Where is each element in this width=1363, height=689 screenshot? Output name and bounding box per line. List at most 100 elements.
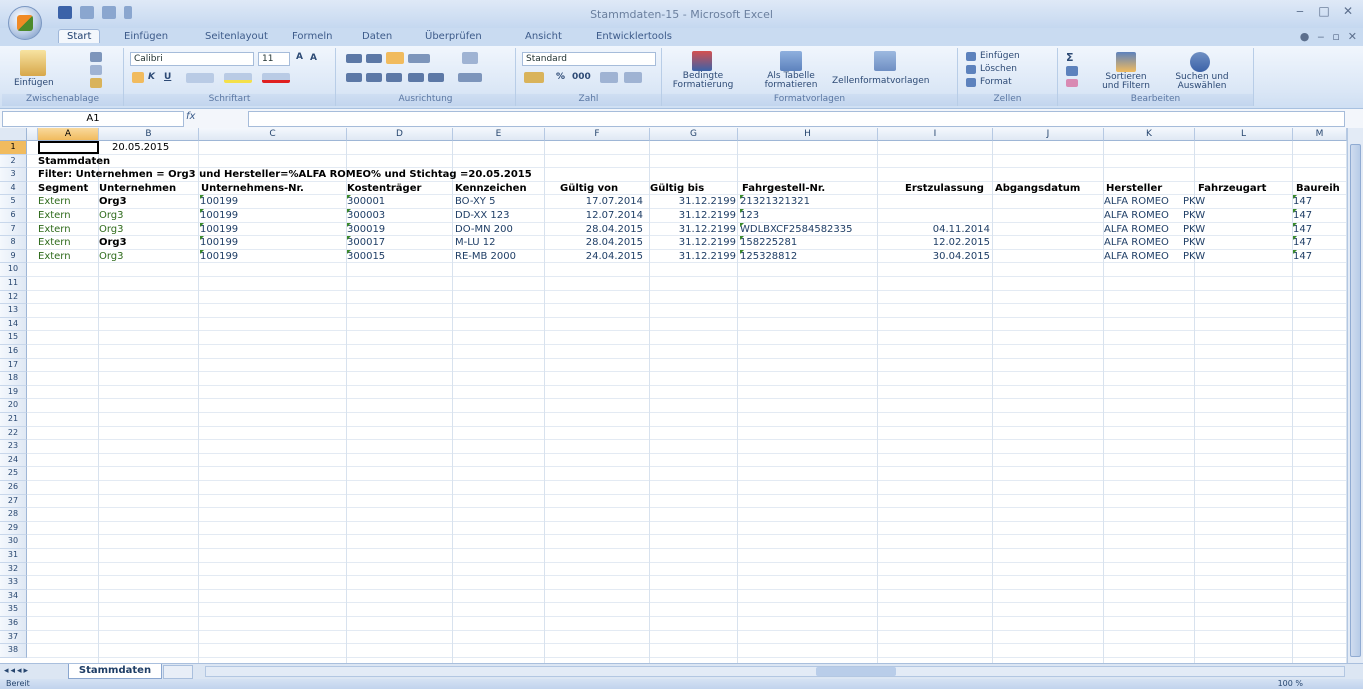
- minimize-icon[interactable]: ‒: [1291, 4, 1309, 18]
- row-header[interactable]: 38: [0, 644, 27, 658]
- row-header[interactable]: 15: [0, 331, 27, 345]
- column-title[interactable]: Unternehmens-Nr.: [201, 182, 349, 195]
- format-as-table-icon[interactable]: [780, 51, 802, 71]
- row-header[interactable]: 1: [0, 141, 27, 155]
- align-middle-icon[interactable]: [366, 54, 382, 63]
- row-header[interactable]: 26: [0, 481, 27, 495]
- copy-icon[interactable]: [90, 65, 102, 75]
- row-header[interactable]: 17: [0, 358, 27, 373]
- row-header[interactable]: 2: [0, 154, 27, 169]
- cell-type[interactable]: PKW: [1183, 223, 1243, 236]
- find-select-button[interactable]: Suchen und Auswählen: [1170, 73, 1234, 91]
- row-header[interactable]: 21: [0, 413, 27, 427]
- office-button[interactable]: [8, 6, 42, 40]
- horizontal-scrollbar[interactable]: [205, 666, 1345, 677]
- paste-button[interactable]: Einfügen: [14, 78, 54, 88]
- column-header[interactable]: L: [1195, 128, 1293, 141]
- cell-to[interactable]: 31.12.2199: [650, 195, 736, 208]
- cell-segment[interactable]: Extern: [38, 223, 98, 236]
- row-header[interactable]: 18: [0, 372, 27, 386]
- cell-maker[interactable]: ALFA ROMEO: [1104, 236, 1194, 249]
- thousands-icon[interactable]: 000: [572, 72, 591, 82]
- orientation-icon[interactable]: [408, 54, 430, 63]
- cell-segment[interactable]: Extern: [38, 236, 98, 249]
- cell-from[interactable]: 28.04.2015: [545, 223, 643, 236]
- font-color-icon[interactable]: [262, 73, 290, 83]
- cell-styles-button[interactable]: Zellenformatvorlagen: [832, 76, 929, 86]
- cell-type[interactable]: PKW: [1183, 250, 1243, 263]
- cell-company[interactable]: Org3: [99, 209, 197, 222]
- font-size-select[interactable]: 11: [258, 52, 290, 66]
- increase-indent-icon[interactable]: [428, 73, 444, 82]
- shrink-font-icon[interactable]: A: [310, 53, 317, 63]
- row-header[interactable]: 20: [0, 399, 27, 413]
- cell-series[interactable]: 147: [1293, 195, 1343, 208]
- currency-icon[interactable]: [524, 72, 544, 83]
- cell-to[interactable]: 31.12.2199: [650, 236, 736, 249]
- row-header[interactable]: 3: [0, 168, 27, 182]
- row-header[interactable]: 23: [0, 440, 27, 454]
- cell-cost[interactable]: 300017: [347, 236, 451, 249]
- row-header[interactable]: 28: [0, 508, 27, 522]
- insert-cells-button[interactable]: Einfügen: [980, 51, 1020, 61]
- cell-type[interactable]: PKW: [1183, 195, 1243, 208]
- align-top-icon[interactable]: [346, 54, 362, 63]
- cell-plate[interactable]: DO-MN 200: [455, 223, 543, 236]
- cell-first_reg[interactable]: 04.11.2014: [878, 223, 990, 236]
- cell-vin[interactable]: 125328812: [740, 249, 876, 263]
- cut-icon[interactable]: [90, 52, 102, 62]
- tab-entwicklertools[interactable]: Entwicklertools: [596, 31, 672, 42]
- format-cells-icon[interactable]: [966, 78, 976, 87]
- cell-styles-icon[interactable]: [874, 51, 896, 71]
- row-header[interactable]: 35: [0, 603, 27, 617]
- cell-cost[interactable]: 300003: [347, 209, 451, 222]
- row-header[interactable]: 7: [0, 222, 27, 237]
- cell-segment[interactable]: Extern: [38, 250, 98, 263]
- column-header[interactable]: G: [650, 128, 738, 141]
- column-title[interactable]: Fahrgestell-Nr.: [742, 182, 882, 195]
- worksheet-grid[interactable]: ABCDEFGHIJKLM 1 2 3 4 5 6 7 8 9 10 11 12 13 14 15 16 17 1…: [0, 128, 1347, 663]
- row-header[interactable]: 37: [0, 630, 27, 645]
- column-header[interactable]: F: [545, 128, 650, 141]
- tab-ansicht[interactable]: Ansicht: [525, 31, 562, 42]
- cell-plate[interactable]: DD-XX 123: [455, 209, 543, 222]
- doc-restore-icon[interactable]: ▫: [1332, 30, 1339, 43]
- close-icon[interactable]: ✕: [1339, 4, 1357, 18]
- fill-color-icon[interactable]: [224, 73, 252, 83]
- cell-series[interactable]: 147: [1293, 236, 1343, 249]
- row-header[interactable]: 31: [0, 549, 27, 563]
- decrease-decimal-icon[interactable]: [624, 72, 642, 83]
- conditional-formatting-button[interactable]: Bedingte Formatierung: [668, 72, 738, 90]
- column-header[interactable]: J: [993, 128, 1104, 141]
- decrease-indent-icon[interactable]: [408, 73, 424, 82]
- column-header[interactable]: A: [38, 128, 99, 141]
- cell-from[interactable]: 17.07.2014: [545, 195, 643, 208]
- row-header[interactable]: 5: [0, 195, 27, 209]
- vertical-scrollbar[interactable]: [1347, 128, 1363, 663]
- cell-to[interactable]: 31.12.2199: [650, 223, 736, 236]
- cell-maker[interactable]: ALFA ROMEO: [1104, 209, 1194, 222]
- wrap-text-icon[interactable]: [462, 52, 478, 64]
- row-header[interactable]: 32: [0, 562, 27, 577]
- tab-daten[interactable]: Daten: [362, 31, 392, 42]
- italic-icon[interactable]: K: [148, 72, 155, 82]
- cell-cost[interactable]: 300015: [347, 249, 451, 263]
- zoom-level[interactable]: 100 %: [1278, 679, 1303, 688]
- row-header[interactable]: 24: [0, 453, 27, 468]
- cell-company[interactable]: Org3: [99, 236, 197, 249]
- paste-icon[interactable]: [20, 50, 46, 76]
- row-header[interactable]: 36: [0, 617, 27, 631]
- column-header[interactable]: D: [347, 128, 453, 141]
- row-header[interactable]: 10: [0, 263, 27, 277]
- row-header[interactable]: 8: [0, 236, 27, 250]
- tab-start[interactable]: Start: [58, 29, 101, 43]
- row-header[interactable]: 6: [0, 209, 27, 223]
- cell-b1-date[interactable]: 20.05.2015: [112, 141, 192, 154]
- merge-cells-icon[interactable]: [458, 73, 482, 82]
- cell-to[interactable]: 31.12.2199: [650, 250, 736, 263]
- cell-first_reg[interactable]: 30.04.2015: [878, 250, 990, 263]
- cell-from[interactable]: 24.04.2015: [545, 250, 643, 263]
- underline-icon[interactable]: U: [164, 72, 171, 82]
- cell-company[interactable]: Org3: [99, 250, 197, 263]
- row-header[interactable]: 4: [0, 181, 27, 196]
